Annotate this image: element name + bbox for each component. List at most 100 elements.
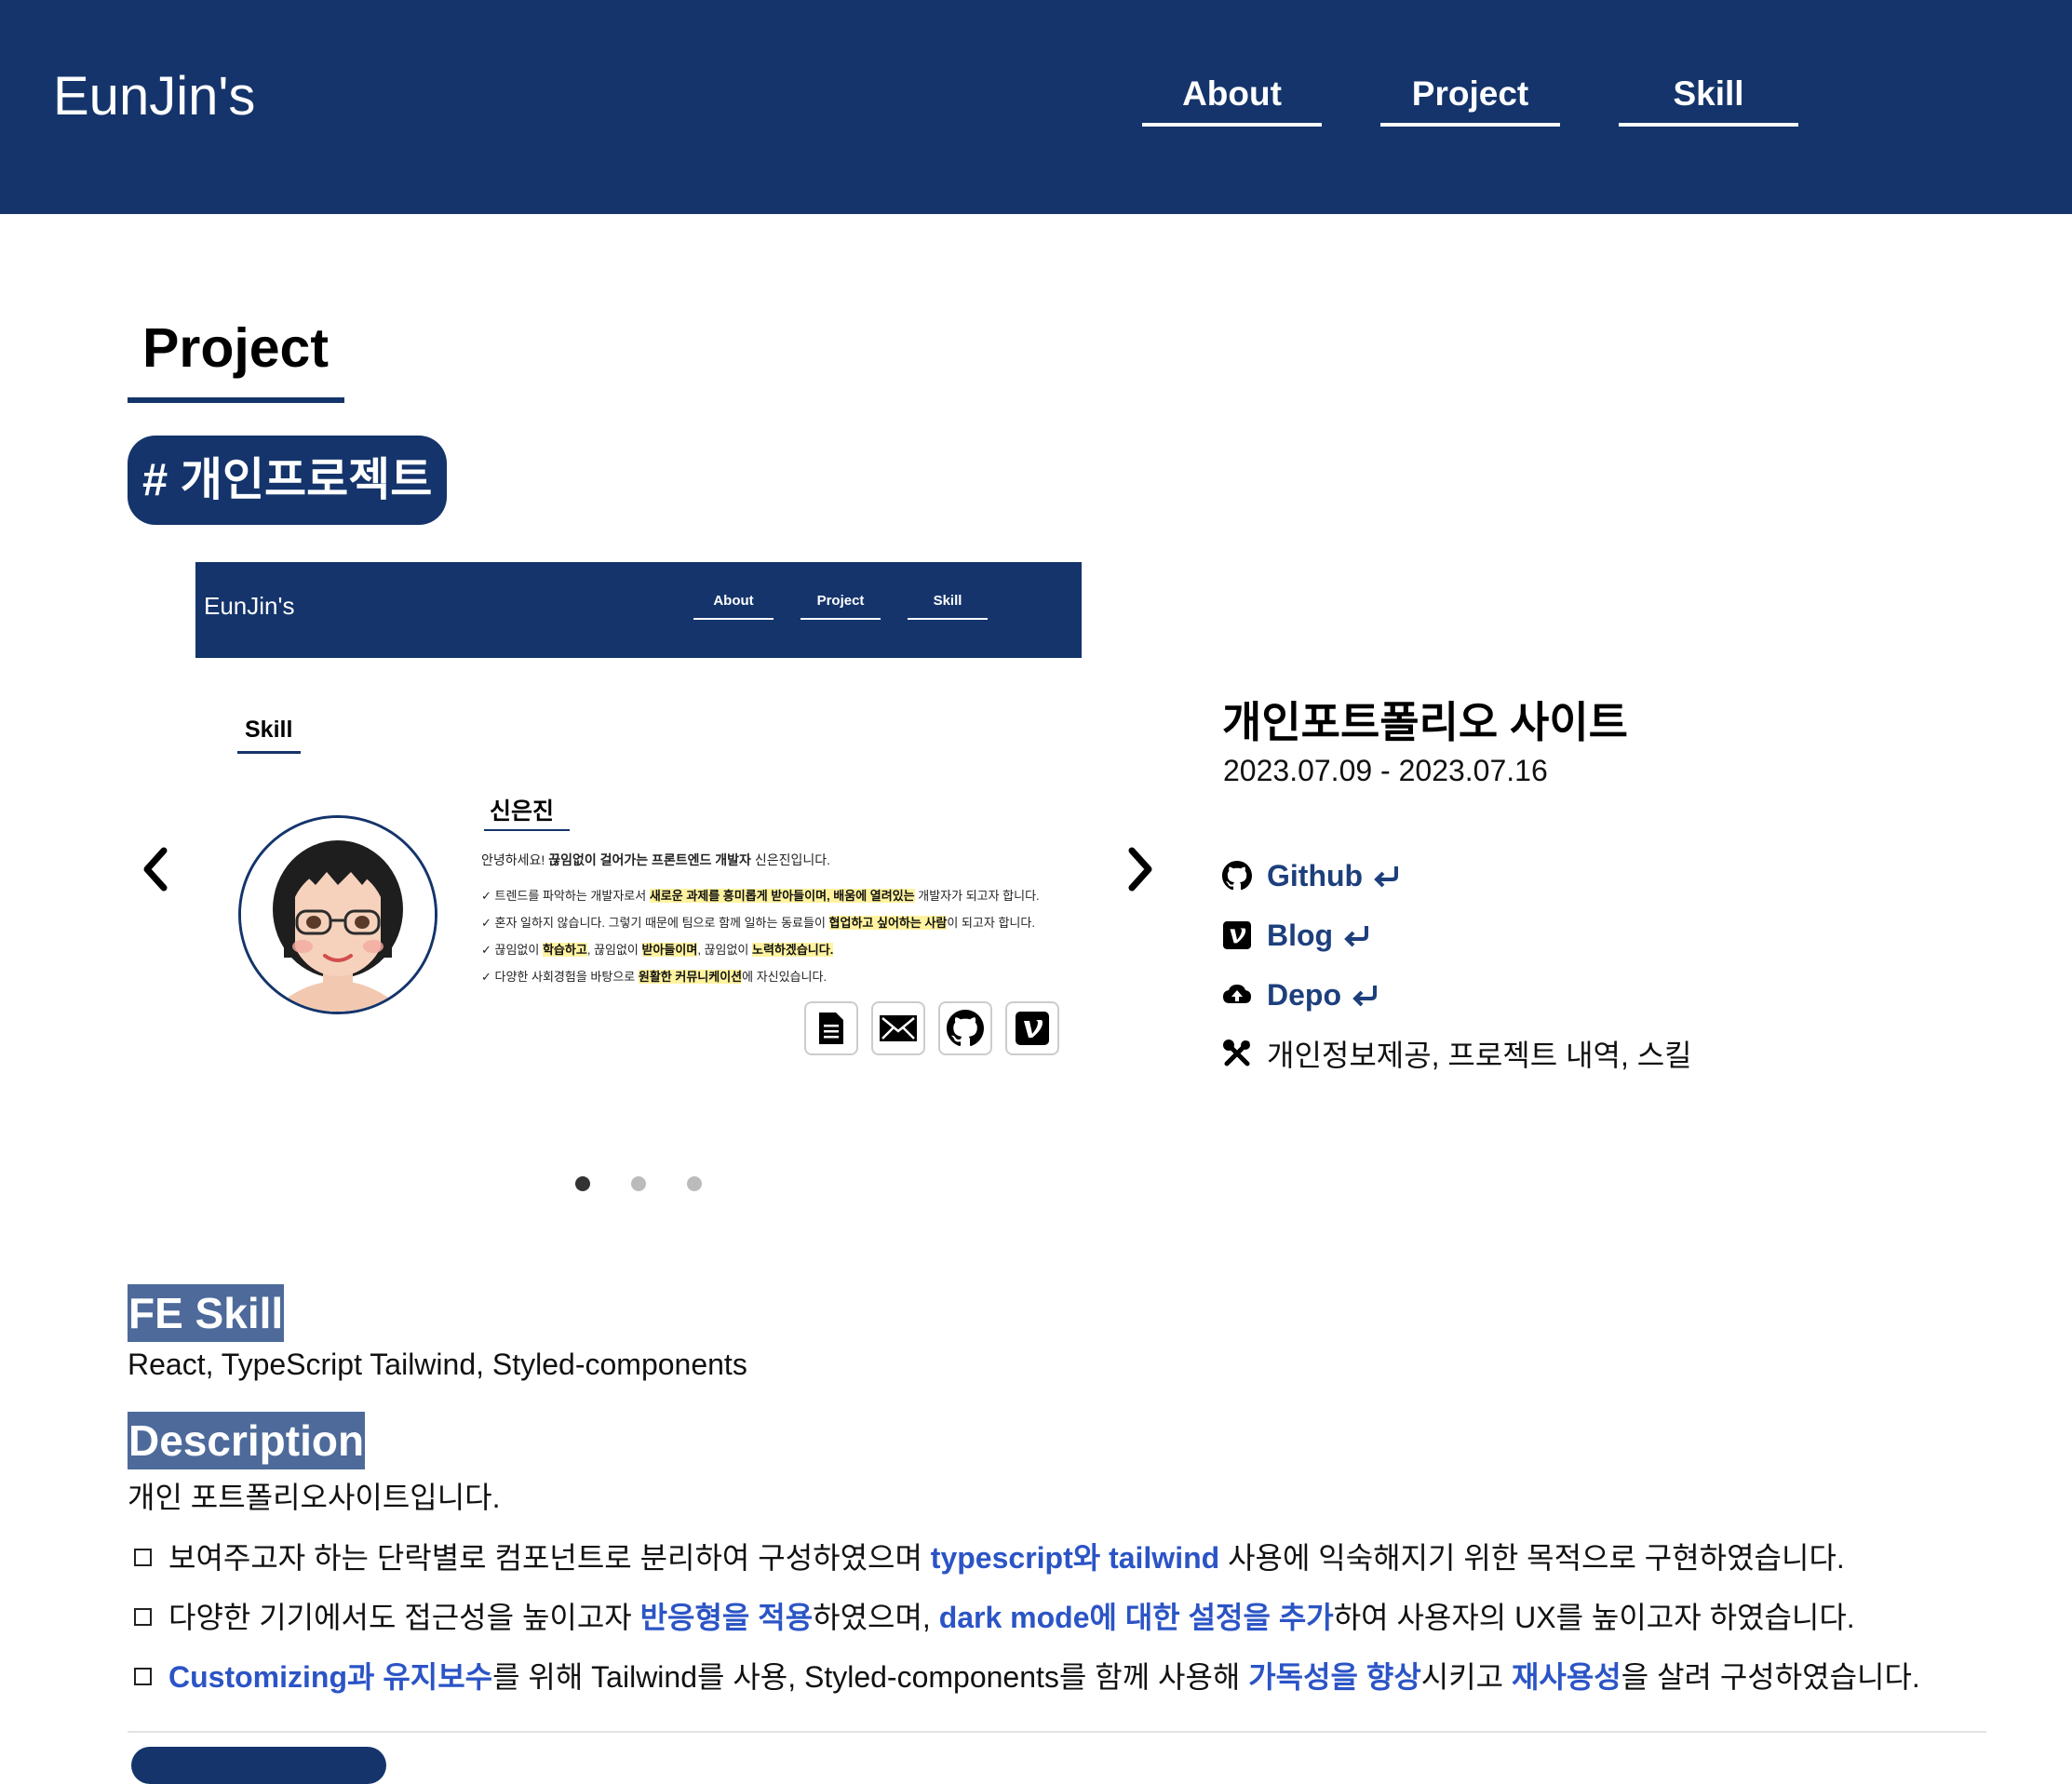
checkbox-icon [134,1608,152,1627]
preview-bullet-text: , 끊임없이 [586,943,642,957]
preview-document-button [804,1001,858,1055]
preview-mail-button [871,1001,925,1055]
preview-intro-suffix: 신은진입니다. [750,852,830,867]
preview-bullet: ✓ 다양한 사회경험을 바탕으로 원활한 커뮤니케이션에 자신있습니다. [481,967,827,985]
blog-link-row[interactable]: Blog [1222,915,1372,956]
avatar [238,815,437,1014]
preview-brand: EunJin's [204,592,295,620]
document-icon [819,1013,843,1044]
section-divider [128,1731,1986,1733]
velog-icon [1016,1012,1049,1045]
deploy-link-row[interactable]: Depo [1222,974,1380,1015]
preview-bullet-text: 에 자신있습니다. [742,970,827,984]
site-header: EunJin's About Project Skill [0,0,2072,214]
preview-bullet-text: ✓ 혼자 일하지 않습니다. 그렇기 때문에 팀으로 함께 일하는 동료들이 [481,916,829,930]
project-name: 개인포트폴리오 사이트 [1222,698,1628,746]
preview-intro: 안녕하세요! 끊임없이 걸어가는 프론트엔드 개발자 신은진입니다. [481,851,830,869]
carousel-next-button[interactable] [1124,845,1158,893]
mail-icon [880,1015,917,1041]
preview-name: 신은진 [490,798,555,825]
detail-text: 사용에 익숙해지기 위한 목적으로 구현하였습니다. [1219,1541,1845,1575]
github-icon [1222,861,1252,891]
preview-bullet-text: ✓ 끊임없이 [481,943,543,957]
preview-bullet-text: 개발자가 되고자 합니다. [914,889,1040,903]
next-project-tag [131,1747,386,1784]
github-icon [947,1010,984,1047]
detail-text: 보여주고자 하는 단락별로 컴포넌트로 분리하여 구성하였으며 [168,1541,931,1575]
preview-bullet-highlight: 새로운 과제를 흥미롭게 받아들이며, 배움에 열려있는 [649,889,915,903]
detail-highlight: Customizing과 유지보수 [168,1660,493,1694]
detail-text: 다양한 기기에서도 접근성을 높이고자 [168,1601,640,1634]
detail-text: 시키고 [1420,1660,1512,1694]
return-arrow-icon [1374,866,1399,888]
detail-highlight: dark mode에 대한 설정을 추가 [938,1601,1334,1634]
section-title: Project [142,317,330,379]
preview-bullet-text: ✓ 다양한 사회경험을 바탕으로 [481,970,639,984]
detail-text: 을 살려 구성하였습니다. [1621,1660,1920,1694]
detail-text: 를 위해 Tailwind를 사용, Styled-components를 함께… [492,1660,1249,1694]
fe-skill-label: FE Skill [128,1284,285,1342]
preview-name-underline [484,829,570,831]
detail-text: 하여 사용자의 UX를 높이고자 하였습니다. [1333,1601,1855,1634]
github-link-row[interactable]: Github [1222,855,1402,896]
chevron-right-icon [1128,847,1152,892]
preview-bullet-highlight: 원활한 커뮤니케이션 [638,970,743,984]
preview-header: EunJin's About Project Skill [195,562,1082,658]
preview-bullet-text: 이 되고자 합니다. [947,916,1035,930]
detail-line: 다양한 기기에서도 접근성을 높이고자 반응형을 적용하였으며, dark mo… [128,1594,1855,1637]
blog-link[interactable]: Blog [1267,919,1333,953]
nav-project[interactable]: Project [1380,74,1560,127]
brand-logo[interactable]: EunJin's [53,65,255,127]
preview-github-button [938,1001,992,1055]
detail-line: Customizing과 유지보수를 위해 Tailwind를 사용, Styl… [128,1654,1920,1697]
preview-nav-skill: Skill [908,593,988,620]
preview-bullet: ✓ 끊임없이 학습하고, 끊임없이 받아들이며, 끊임없이 노력하겠습니다. [481,940,834,958]
carousel-slide-preview: EunJin's About Project Skill Skill 신은진 안… [195,562,1082,1102]
deploy-link[interactable]: Depo [1267,978,1341,1013]
features-text: 개인정보제공, 프로젝트 내역, 스킬 [1267,1039,1692,1072]
fe-skill-text: React, TypeScript Tailwind, Styled-compo… [128,1348,747,1381]
detail-highlight: 재사용성 [1511,1660,1621,1694]
chevron-left-icon [143,847,168,892]
carousel-dot-1[interactable] [575,1176,590,1191]
section-title-underline [128,397,344,403]
nav-skill[interactable]: Skill [1619,74,1798,127]
project-period: 2023.07.09 - 2023.07.16 [1223,754,1548,787]
project-category-tag: # 개인프로젝트 [128,436,448,525]
carousel-prev-button[interactable] [138,845,171,893]
nav-about[interactable]: About [1142,74,1322,127]
preview-bullet-highlight: 노력하겠습니다. [752,943,834,957]
preview-skill-underline [237,751,301,754]
detail-highlight: 가독성을 향상 [1248,1660,1421,1694]
preview-intro-prefix: 안녕하세요! [481,852,549,867]
detail-highlight: 반응형을 적용 [639,1601,814,1634]
preview-bullet-highlight: 받아들이며 [641,943,698,957]
preview-nav-project: Project [801,593,881,620]
preview-intro-bold: 끊임없이 걸어가는 프론트엔드 개발자 [548,852,751,867]
checkbox-icon [134,1668,152,1686]
carousel-dot-2[interactable] [631,1176,646,1191]
preview-nav-about: About [693,593,774,620]
detail-highlight: typescript와 tailwind [930,1541,1220,1575]
cloud-upload-icon [1222,980,1252,1010]
preview-skill-title: Skill [245,717,293,743]
preview-bullet-highlight: 학습하고 [542,943,587,957]
velog-icon [1222,920,1252,950]
preview-bullet-text: , 끊임없이 [697,943,752,957]
checkbox-icon [134,1549,152,1567]
avatar-illustration [241,818,435,1012]
return-arrow-icon [1344,926,1369,947]
features-row: 개인정보제공, 프로젝트 내역, 스킬 [1222,1033,1692,1074]
preview-velog-button [1005,1001,1059,1055]
preview-bullet-highlight: 협업하고 싶어하는 사람 [828,916,948,930]
preview-bullet: ✓ 혼자 일하지 않습니다. 그렇기 때문에 팀으로 함께 일하는 동료들이 협… [481,913,1035,931]
description-label: Description [128,1412,366,1469]
return-arrow-icon [1352,986,1377,1007]
preview-bullet: ✓ 트렌드를 파악하는 개발자로서 새로운 과제를 흥미롭게 받아들이며, 배움… [481,886,1040,904]
preview-bullet-text: ✓ 트렌드를 파악하는 개발자로서 [481,889,650,903]
github-link[interactable]: Github [1267,859,1363,893]
detail-text: 하였으며, [813,1601,939,1634]
carousel-dot-3[interactable] [687,1176,702,1191]
description-text: 개인 포트폴리오사이트입니다. [128,1481,501,1514]
detail-line: 보여주고자 하는 단락별로 컴포넌트로 분리하여 구성하였으며 typescri… [128,1535,1845,1577]
